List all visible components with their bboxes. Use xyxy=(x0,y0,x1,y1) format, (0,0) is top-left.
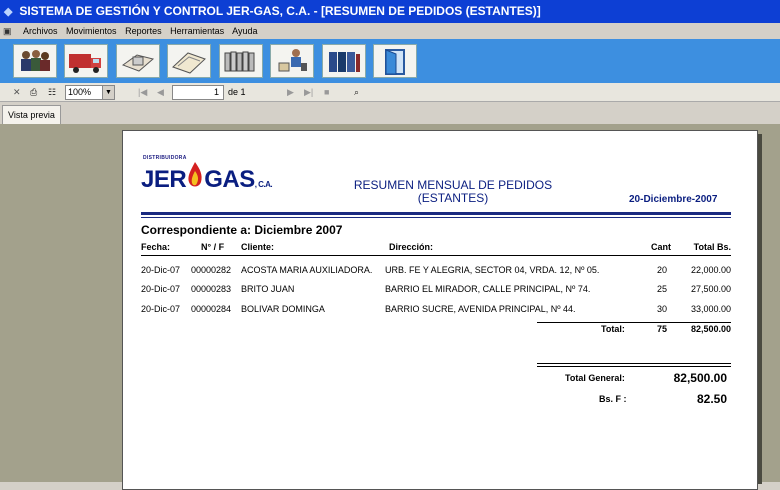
total-label: Total: xyxy=(601,324,625,334)
preview-area[interactable]: DISTRIBUIDORA JER GAS, C.A. RESUMEN MENSU… xyxy=(0,124,780,490)
company-logo: JER GAS, C.A. xyxy=(141,161,273,194)
column-header-rule xyxy=(141,255,731,256)
report-title: RESUMEN MENSUAL DE PEDIDOS (ESTANTES) xyxy=(313,179,593,205)
logo-suffix: , C.A. xyxy=(254,180,273,189)
close-icon[interactable]: ✕ xyxy=(13,83,21,102)
menu-archivos[interactable]: Archivos xyxy=(23,26,58,36)
header-rule-thin xyxy=(141,217,731,218)
cylinder-icon xyxy=(121,54,154,72)
first-page-icon[interactable]: |◀ xyxy=(138,83,147,102)
report-date: 20-Diciembre-2007 xyxy=(629,194,718,205)
logo-text-right: GAS xyxy=(204,166,255,193)
row-direccion: URB. FE Y ALEGRIA, SECTOR 04, VRDA. 12, … xyxy=(385,265,600,275)
period-label: Correspondiente a: xyxy=(141,223,252,237)
row-cliente: BRITO JUAN xyxy=(241,284,295,294)
worker-icon xyxy=(278,49,308,72)
col-header-fecha: Fecha: xyxy=(141,242,171,252)
col-header-cliente: Cliente: xyxy=(241,242,275,252)
menu-movimientos[interactable]: Movimientos xyxy=(66,26,117,36)
print-icon[interactable]: ⎙ xyxy=(30,83,37,102)
ledger-icon xyxy=(328,52,360,72)
exit-button[interactable] xyxy=(373,44,418,78)
documents-button[interactable] xyxy=(167,44,212,78)
bsf-label: Bs. F : xyxy=(599,394,627,404)
total-rule xyxy=(537,322,731,323)
zoom-value: 100% xyxy=(68,87,92,97)
report-page: DISTRIBUIDORA JER GAS, C.A. RESUMEN MENSU… xyxy=(122,130,758,490)
menu-bar: ▣ Archivos Movimientos Reportes Herramie… xyxy=(0,23,780,39)
clients-button[interactable] xyxy=(13,44,57,78)
row-fecha: 20-Dic-07 xyxy=(141,265,181,275)
group-tree-icon[interactable]: ☷ xyxy=(48,83,56,102)
flame-icon xyxy=(188,162,202,187)
tab-vista-previa[interactable]: Vista previa xyxy=(2,105,61,124)
employees-button[interactable] xyxy=(270,44,315,78)
row-num: 00000283 xyxy=(191,284,232,294)
grand-total-rule xyxy=(537,363,731,364)
inventory-button[interactable] xyxy=(218,44,263,78)
truck-icon xyxy=(69,54,102,73)
grand-total-label: Total General: xyxy=(565,373,625,383)
books-icon xyxy=(224,51,255,72)
cylinders-button[interactable] xyxy=(115,44,160,78)
period-value: Diciembre 2007 xyxy=(254,223,343,237)
folder-icon xyxy=(172,52,207,74)
row-cant: 20 xyxy=(656,265,667,275)
report-title-line2: (ESTANTES) xyxy=(417,191,489,205)
row-num: 00000282 xyxy=(191,265,232,275)
main-toolbar xyxy=(0,39,780,83)
grand-total-value: 82,500.00 xyxy=(673,371,727,385)
row-cant: 30 xyxy=(656,304,667,314)
period-line: Correspondiente a: Diciembre 2007 xyxy=(141,223,342,237)
window-title: SISTEMA DE GESTIÓN Y CONTROL JER-GAS, C.… xyxy=(19,4,541,18)
row-direccion: BARRIO SUCRE, AVENIDA PRINCIPAL, Nº 44. xyxy=(385,304,576,314)
col-header-num: N° / F xyxy=(201,242,225,252)
menu-reportes[interactable]: Reportes xyxy=(125,26,162,36)
row-cliente: ACOSTA MARIA AUXILIADORA. xyxy=(241,265,373,275)
records-button[interactable] xyxy=(321,44,366,78)
row-num: 00000284 xyxy=(191,304,232,314)
menu-ayuda[interactable]: Ayuda xyxy=(232,26,257,36)
page-number-field[interactable]: 1 xyxy=(172,85,224,100)
grand-total-rule-2 xyxy=(537,366,731,367)
page-shadow xyxy=(758,134,762,484)
zoom-select[interactable]: 100% ▼ xyxy=(65,85,115,100)
row-cliente: BOLIVAR DOMINGA xyxy=(241,304,325,314)
row-fecha: 20-Dic-07 xyxy=(141,284,181,294)
preview-toolbar: ✕ ⎙ ☷ 100% ▼ |◀ ◀ 1 de 1 ▶ ▶| ■ ⌕ xyxy=(0,83,780,102)
header-rule xyxy=(141,212,731,215)
delivery-button[interactable] xyxy=(64,44,109,78)
stop-icon[interactable]: ■ xyxy=(324,83,329,102)
app-icon: ◆ xyxy=(4,6,13,18)
logo-text-left: JER xyxy=(141,166,187,193)
people-icon xyxy=(21,50,50,71)
total-amount: 82,500.00 xyxy=(690,324,731,334)
row-fecha: 20-Dic-07 xyxy=(141,304,181,314)
col-header-direccion: Dirección: xyxy=(389,242,434,252)
row-total: 33,000.00 xyxy=(690,304,731,314)
window-title-bar: ◆ SISTEMA DE GESTIÓN Y CONTROL JER-GAS, … xyxy=(0,0,780,23)
binoculars-icon[interactable]: ⌕ xyxy=(354,83,359,102)
total-cant: 75 xyxy=(656,324,667,334)
row-direccion: BARRIO EL MIRADOR, CALLE PRINCIPAL, Nº 7… xyxy=(385,284,591,294)
row-cant: 25 xyxy=(656,284,667,294)
exit-door-icon xyxy=(385,49,406,75)
row-total: 27,500.00 xyxy=(690,284,731,294)
last-page-icon[interactable]: ▶| xyxy=(304,83,313,102)
row-total: 22,000.00 xyxy=(690,265,731,275)
col-header-total: Total Bs. xyxy=(693,242,731,252)
prev-page-icon[interactable]: ◀ xyxy=(157,83,164,102)
system-menu-icon[interactable]: ▣ xyxy=(3,23,15,39)
tab-bar: Vista previa xyxy=(0,102,780,124)
chevron-down-icon[interactable]: ▼ xyxy=(102,86,114,99)
col-header-cant: Cant xyxy=(651,242,671,252)
bsf-value: 82.50 xyxy=(696,392,727,406)
page-count: de 1 xyxy=(228,87,246,97)
next-page-icon[interactable]: ▶ xyxy=(287,83,294,102)
menu-herramientas[interactable]: Herramientas xyxy=(170,26,224,36)
